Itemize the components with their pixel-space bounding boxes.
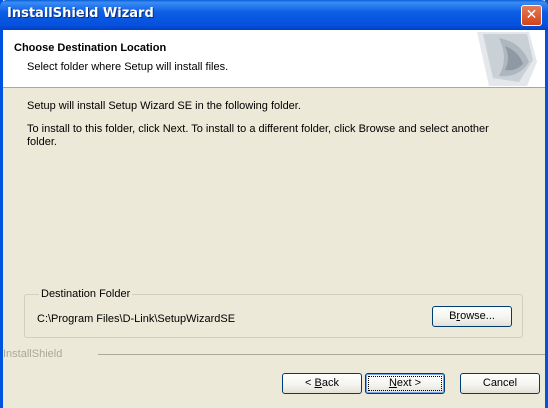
close-button[interactable]: ✕ [521, 5, 542, 26]
instruction-text: To install to this folder, click Next. T… [27, 123, 489, 148]
next-button[interactable]: Next > [365, 373, 445, 394]
destination-folder-label: Destination Folder [39, 288, 133, 300]
installshield-window: InstallShield Wizard ✕ Choose Destinatio… [0, 0, 548, 408]
back-label-b: ack [321, 377, 339, 389]
computer-art-icon [477, 32, 537, 86]
install-info-text: Setup will install Setup Wizard SE in th… [27, 100, 301, 112]
installshield-brand: InstallShield [3, 348, 63, 360]
next-focus-ring: Next > [368, 376, 442, 391]
next-label: ext > [396, 377, 422, 389]
close-icon: ✕ [525, 7, 538, 23]
title-bar[interactable]: InstallShield Wizard ✕ [0, 0, 548, 30]
cancel-button[interactable]: Cancel [460, 373, 540, 394]
back-label-a: < [305, 377, 315, 389]
page-subtitle: Select folder where Setup will install f… [27, 61, 229, 73]
back-accel: B [314, 377, 322, 389]
destination-path: C:\Program Files\D-Link\SetupWizardSE [37, 313, 236, 325]
footer-divider [98, 354, 545, 355]
back-button[interactable]: < Back [282, 373, 362, 394]
browse-label-b: owse... [460, 310, 495, 322]
wizard-header: Choose Destination Location Select folde… [3, 30, 545, 88]
page-title: Choose Destination Location [14, 42, 167, 54]
browse-button[interactable]: Browse... [432, 306, 512, 327]
next-accel: N [388, 377, 397, 389]
window-title: InstallShield Wizard [7, 6, 154, 21]
